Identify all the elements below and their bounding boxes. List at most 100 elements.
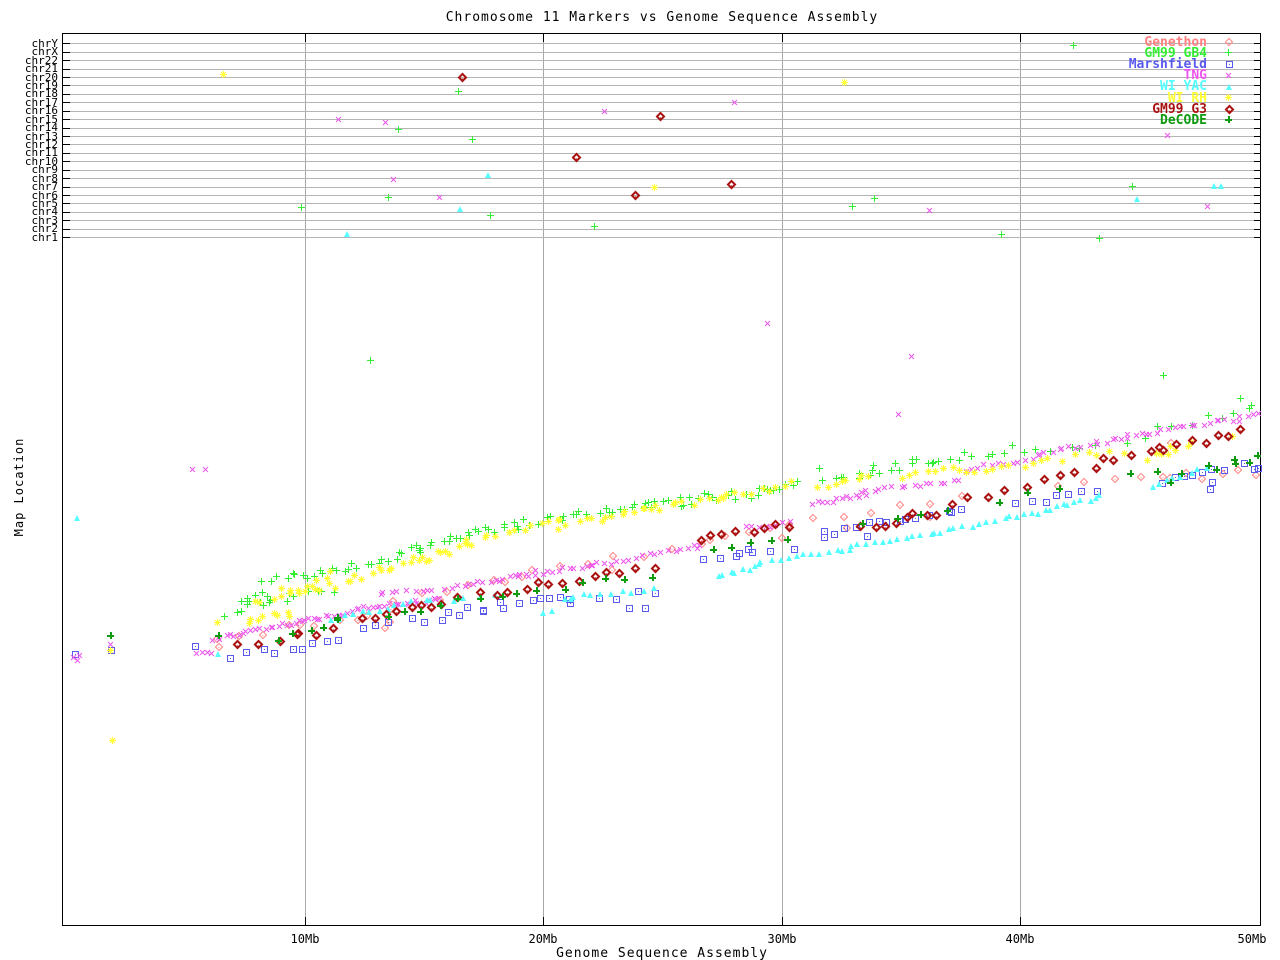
data-point <box>487 212 494 219</box>
data-point <box>937 530 943 536</box>
data-point <box>876 470 883 477</box>
data-point <box>1077 497 1083 503</box>
data-point <box>1044 455 1051 462</box>
data-point <box>971 469 978 476</box>
left-axis-tick <box>63 111 70 112</box>
data-point <box>732 496 739 503</box>
data-point <box>1005 462 1012 469</box>
data-point <box>642 605 649 612</box>
data-point <box>400 601 406 607</box>
right-axis-tick <box>1254 43 1261 44</box>
right-axis-tick <box>1254 170 1261 171</box>
right-axis-tick <box>1254 195 1261 196</box>
data-point <box>784 536 791 543</box>
data-point <box>1056 485 1063 492</box>
data-point <box>546 595 553 602</box>
data-point <box>733 553 740 560</box>
top-axis-tick <box>543 34 544 42</box>
data-point <box>545 518 552 525</box>
data-point <box>608 591 614 597</box>
left-axis-tick <box>63 144 70 145</box>
data-point <box>740 566 746 572</box>
data-point <box>308 627 315 634</box>
data-point <box>350 611 356 617</box>
data-point <box>1047 507 1053 513</box>
data-point <box>854 541 860 547</box>
data-point <box>457 206 463 212</box>
right-axis-tick <box>1254 161 1261 162</box>
data-point <box>388 565 395 572</box>
data-point <box>469 136 476 143</box>
data-point <box>1012 500 1019 507</box>
data-point <box>1154 468 1161 475</box>
left-axis-tick <box>63 69 70 70</box>
data-point <box>864 533 871 540</box>
data-point <box>1194 466 1200 472</box>
data-point <box>455 88 462 95</box>
data-point <box>1009 442 1016 449</box>
chromosome-gridline <box>63 195 1260 196</box>
data-point <box>1064 502 1070 508</box>
data-point <box>1134 196 1140 202</box>
chromosome-gridline <box>63 161 1260 162</box>
x-tick-label: 40Mb <box>990 932 1050 946</box>
data-point <box>215 632 222 639</box>
data-point <box>500 605 507 612</box>
data-point <box>959 523 965 529</box>
data-point <box>220 71 227 78</box>
right-axis-tick <box>1254 52 1261 53</box>
data-point <box>1096 492 1102 498</box>
data-point <box>385 194 392 201</box>
data-point <box>996 499 1003 506</box>
data-point <box>1043 499 1050 506</box>
data-point <box>778 557 784 563</box>
data-point <box>367 357 374 364</box>
data-point <box>731 570 737 576</box>
data-point <box>456 612 463 619</box>
data-point <box>944 507 951 514</box>
data-point <box>887 538 893 544</box>
data-point <box>816 551 822 557</box>
left-axis-tick <box>63 237 70 238</box>
left-axis-tick <box>63 195 70 196</box>
data-point <box>1209 479 1216 486</box>
data-point <box>513 590 520 597</box>
data-point <box>332 585 339 592</box>
bottom-axis-tick <box>305 917 306 925</box>
data-point <box>894 515 901 522</box>
data-point <box>342 612 348 618</box>
left-axis-tick <box>63 161 70 162</box>
x-gridline <box>543 34 544 925</box>
right-axis-tick <box>1254 102 1261 103</box>
data-point <box>327 568 334 575</box>
data-point <box>309 640 316 647</box>
data-point <box>697 496 704 503</box>
data-point <box>477 595 484 602</box>
data-point <box>849 203 856 210</box>
data-point <box>454 595 461 602</box>
data-point <box>706 495 713 502</box>
data-point <box>1205 412 1212 419</box>
data-point <box>516 600 523 607</box>
data-point <box>841 79 848 86</box>
left-axis-tick <box>63 94 70 95</box>
data-point <box>870 462 877 469</box>
left-axis-tick <box>63 170 70 171</box>
data-point <box>748 491 755 498</box>
data-point <box>821 528 828 535</box>
data-point <box>291 571 298 578</box>
right-axis-tick <box>1254 144 1261 145</box>
data-point <box>909 456 916 463</box>
data-point <box>1024 489 1031 496</box>
data-point <box>492 533 499 540</box>
data-point <box>842 477 849 484</box>
data-point <box>728 544 735 551</box>
data-point <box>258 578 265 585</box>
data-point <box>1072 451 1079 458</box>
chromosome-gridline <box>63 220 1260 221</box>
data-point <box>259 613 266 620</box>
data-point <box>1156 481 1162 487</box>
data-point <box>628 590 634 596</box>
data-point <box>511 527 518 534</box>
right-axis-tick <box>1254 153 1261 154</box>
